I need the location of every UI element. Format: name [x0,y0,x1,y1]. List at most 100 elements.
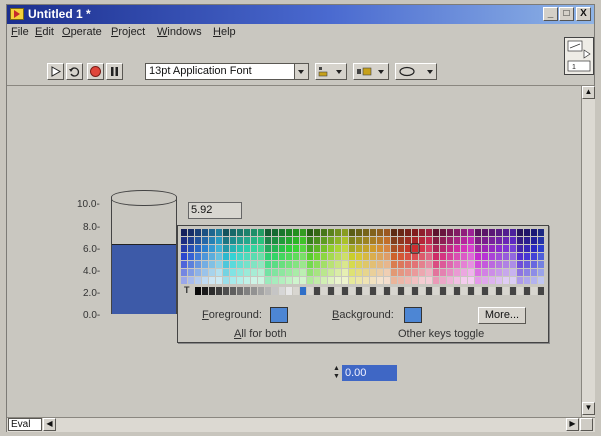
color-swatch [188,229,194,236]
color-swatch [433,269,439,276]
run-continuously-icon[interactable] [66,63,83,80]
color-swatch [188,277,194,284]
eval-context-indicator[interactable]: Eval [8,418,42,431]
color-swatch [461,261,467,268]
color-swatch [237,269,243,276]
font-selector[interactable]: 13pt Application Font [145,63,309,80]
color-swatch [293,269,299,276]
color-swatch [363,277,369,284]
color-swatch [405,245,411,252]
color-swatch [258,269,264,276]
connector-pane-icon[interactable]: 1 [564,37,594,75]
color-swatch [181,245,187,252]
color-swatch [510,261,516,268]
color-swatch [272,245,278,252]
color-swatch [258,237,264,244]
color-swatch [286,229,292,236]
vertical-scrollbar[interactable]: ▲ ▼ [581,86,595,417]
gray-swatch [349,287,355,295]
title-bar[interactable]: Untitled 1 * _ □ X [7,5,594,24]
color-swatch [209,237,215,244]
scroll-right-arrow-icon[interactable]: ▶ [566,418,579,431]
color-swatch [377,229,383,236]
gray-swatch [272,287,278,295]
distribute-icon [357,67,384,76]
reorder-objects-button[interactable] [395,63,437,80]
color-swatch [188,269,194,276]
color-swatch [244,229,250,236]
menu-operate[interactable]: Operate [62,26,102,38]
pause-icon[interactable] [106,63,123,80]
increment-decrement-arrows[interactable]: ▲ ▼ [333,365,340,381]
color-swatch [286,245,292,252]
numeric-control[interactable]: ▲ ▼ 0.00 [333,365,397,381]
gray-swatch [286,287,292,295]
color-swatch [524,237,530,244]
menu-project[interactable]: Project [111,26,145,38]
gray-swatch [342,287,348,295]
horizontal-scrollbar[interactable]: Eval ◀ ▶ [7,417,595,432]
color-swatch [230,229,236,236]
menu-help[interactable]: Help [213,26,236,38]
color-swatch [307,229,313,236]
numeric-control-value[interactable]: 0.00 [342,365,397,381]
color-swatch [237,229,243,236]
color-swatch [370,229,376,236]
color-swatch [230,261,236,268]
color-swatch [286,261,292,268]
color-swatch [440,269,446,276]
more-colors-button[interactable]: More... [478,307,526,324]
color-swatch [314,261,320,268]
close-button[interactable]: X [576,7,591,21]
color-swatch [384,229,390,236]
scroll-left-arrow-icon[interactable]: ◀ [43,418,56,431]
color-swatch [251,229,257,236]
resize-grip-icon[interactable] [580,418,593,431]
align-objects-button[interactable] [315,63,347,80]
color-swatch [377,237,383,244]
color-swatch [531,277,537,284]
color-swatch [356,245,362,252]
distribute-objects-button[interactable] [353,63,389,80]
tank-indicator[interactable] [111,190,177,314]
menu-windows[interactable]: Windows [157,26,202,38]
color-swatch [468,229,474,236]
color-swatch [230,245,236,252]
tank-scale-label: 10.0- [77,199,100,210]
color-swatch [384,277,390,284]
chevron-down-icon[interactable] [294,64,308,79]
color-swatch [209,269,215,276]
minimize-button[interactable]: _ [543,7,558,21]
color-swatch [307,277,313,284]
gray-swatch [489,287,495,295]
background-color-sample[interactable] [404,307,422,323]
color-swatch-grid[interactable] [181,229,545,285]
menu-file[interactable]: File [11,26,29,38]
color-swatch [468,261,474,268]
menu-edit[interactable]: Edit [35,26,54,38]
color-swatch [307,253,313,260]
color-swatch [265,269,271,276]
grayscale-swatch-strip[interactable] [181,287,545,296]
color-swatch [489,229,495,236]
color-swatch [188,261,194,268]
color-swatch [482,269,488,276]
tank-digital-display[interactable]: 5.92 [188,202,242,219]
tank-scale-label: 0.0- [83,310,101,321]
color-swatch [342,269,348,276]
color-swatch [377,261,383,268]
color-swatch [181,261,187,268]
foreground-color-sample[interactable] [270,307,288,323]
color-swatch [279,237,285,244]
scroll-up-arrow-icon[interactable]: ▲ [582,86,595,99]
maximize-button[interactable]: □ [559,7,574,21]
color-swatch [503,229,509,236]
scroll-down-arrow-icon[interactable]: ▼ [582,402,595,415]
abort-icon[interactable] [87,63,104,80]
color-swatch [363,269,369,276]
gray-swatch [258,287,264,295]
run-arrow-icon[interactable] [47,63,64,80]
color-swatch [440,277,446,284]
color-swatch [419,253,425,260]
color-swatch [489,277,495,284]
